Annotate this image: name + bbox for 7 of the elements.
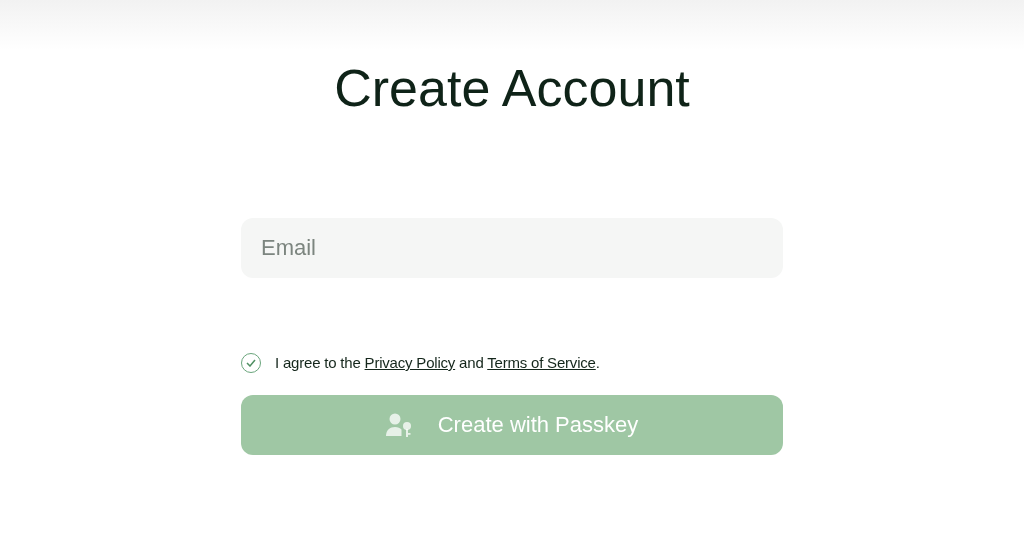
policy-link[interactable]: Privacy Policy bbox=[364, 354, 456, 371]
page-title: Create Account bbox=[334, 58, 690, 118]
user-key-icon bbox=[385, 411, 414, 438]
email-field[interactable]: Email bbox=[241, 218, 783, 278]
agreement-text: I agree to the Privacy Policy and Terms of Service. bbox=[275, 353, 600, 373]
checkmark-icon bbox=[246, 359, 256, 368]
policy-link[interactable]: Terms of Service bbox=[487, 354, 596, 371]
